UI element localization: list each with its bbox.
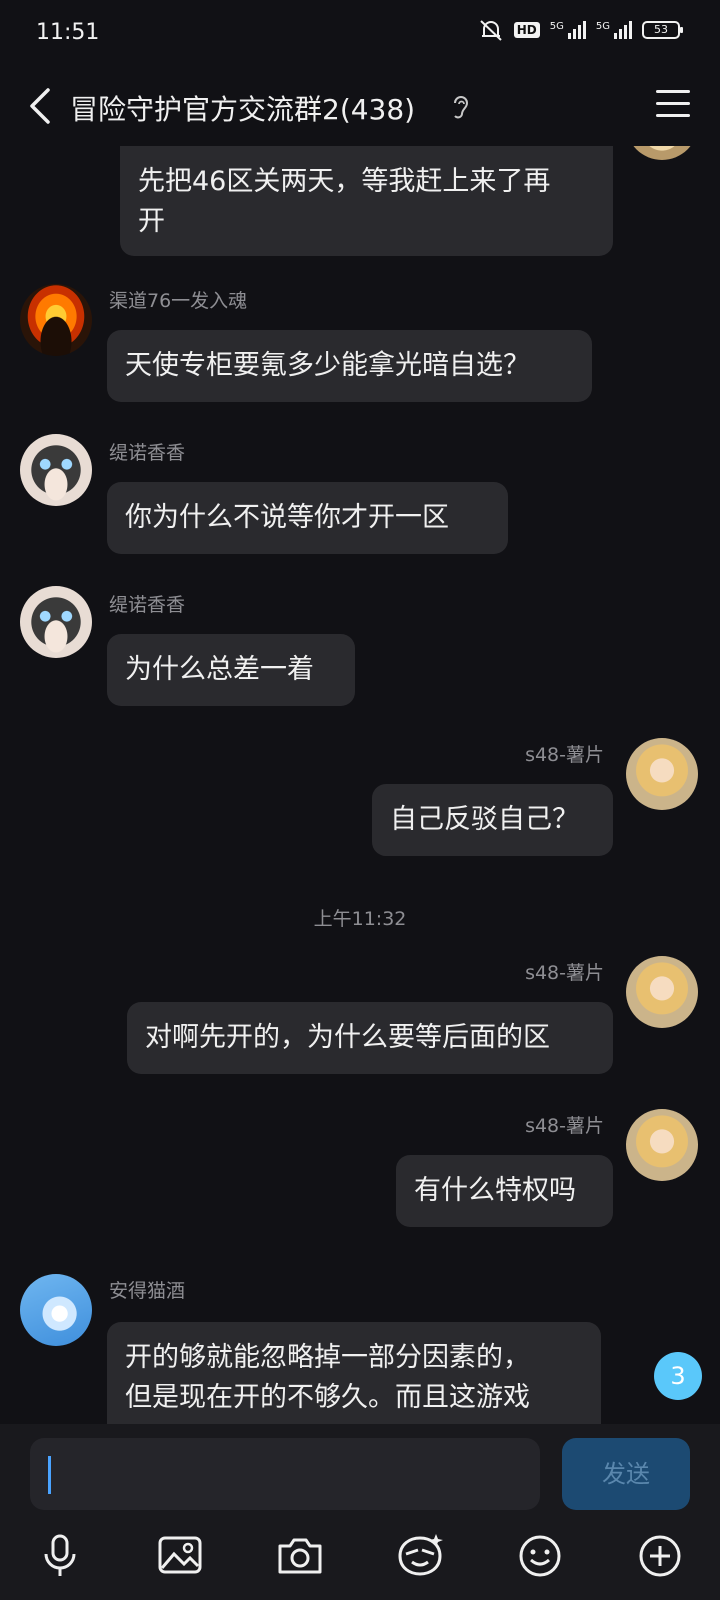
composer-bar: 发送 [0,1424,720,1600]
camera-icon[interactable] [274,1530,326,1582]
back-arrow-icon[interactable] [24,84,64,128]
message-text: 为什么总差一着 [125,654,314,685]
ear-icon[interactable] [450,92,472,122]
sender-name: 安得猫酒 [109,1280,186,1302]
message-bubble[interactable]: 有什么特权吗 [396,1155,613,1227]
mute-icon [480,20,502,41]
message-bubble[interactable]: 天使专柜要氪多少能拿光暗自选？ [107,330,592,402]
avatar[interactable] [626,1109,698,1181]
message-text: 有什么特权吗 [414,1175,576,1206]
status-icons: HD 5G 5G 53 [478,18,683,42]
avatar[interactable] [20,284,92,356]
message-text-line: 但是现在开的不够久。而且这游戏 [125,1382,530,1413]
emoji-icon[interactable] [514,1530,566,1582]
avatar[interactable] [20,586,92,658]
message-input[interactable] [30,1438,540,1510]
message-text: 天使专柜要氪多少能拿光暗自选？ [125,350,530,381]
sender-name: s48-薯片 [525,962,604,984]
avatar[interactable] [20,434,92,506]
message-bubble[interactable]: 为什么总差一着 [107,634,355,706]
microphone-icon[interactable] [34,1530,86,1582]
plus-icon[interactable] [634,1530,686,1582]
status-bar: 11:51 HD 5G 5G 53 [0,0,720,64]
avatar[interactable] [626,738,698,810]
network-label-1: 5G [549,21,564,32]
image-icon[interactable] [154,1530,206,1582]
message-bubble[interactable]: 开的够就能忽略掉一部分因素的， 但是现在开的不够久。而且这游戏 [107,1322,601,1424]
avatar[interactable] [626,146,698,160]
status-time: 11:51 [36,20,100,45]
sender-name: s48-薯片 [525,744,604,766]
avatar[interactable] [626,956,698,1028]
message-text-line: 开 [138,206,165,237]
chat-header: 冒险守护官方交流群2(438) [0,70,720,146]
unread-count-badge[interactable]: 3 [654,1352,702,1400]
message-list[interactable]: 先把46区关两天，等我赶上来了再 开 渠道76一发入魂 天使专柜要氪多少能拿光暗… [0,146,720,1424]
sticker-icon[interactable] [394,1530,446,1582]
menu-icon[interactable] [656,90,690,120]
message-bubble[interactable]: 自己反驳自己？ [372,784,613,856]
battery-icon: 53 [642,21,683,39]
sender-name: 缇诺香香 [109,442,186,464]
message-text: 你为什么不说等你才开一区 [125,502,449,533]
message-text-line: 开的够就能忽略掉一部分因素的， [125,1342,530,1373]
sender-name: s48-薯片 [525,1115,604,1137]
message-text: 自己反驳自己？ [390,804,579,835]
message-text: 对啊先开的，为什么要等后面的区 [145,1022,550,1053]
hd-badge: HD [513,22,540,38]
group-title[interactable]: 冒险守护官方交流群2(438) [70,88,415,128]
message-timestamp: 上午11:32 [313,908,407,930]
sender-name: 渠道76一发入魂 [109,290,248,312]
signal-icon-2: 5G [596,21,632,39]
message-text-line: 先把46区关两天，等我赶上来了再 [138,166,551,197]
avatar[interactable] [20,1274,92,1346]
message-bubble[interactable]: 先把46区关两天，等我赶上来了再 开 [120,146,613,256]
network-label-2: 5G [595,21,610,32]
send-button[interactable]: 发送 [562,1438,690,1510]
text-caret [48,1456,51,1494]
signal-icon: 5G [550,21,586,39]
message-bubble[interactable]: 对啊先开的，为什么要等后面的区 [127,1002,613,1074]
sender-name: 缇诺香香 [109,594,186,616]
message-bubble[interactable]: 你为什么不说等你才开一区 [107,482,508,554]
